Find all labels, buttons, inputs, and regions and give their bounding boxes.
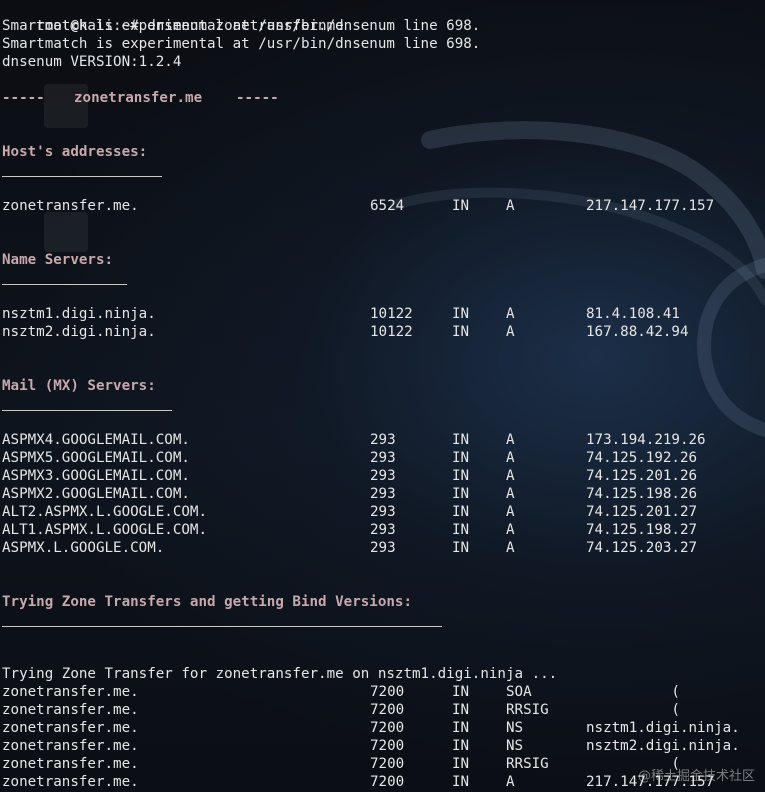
record-name: nsztm2.digi.ninja. xyxy=(2,324,156,340)
record-ttl: 293 xyxy=(370,432,396,448)
record-type: A xyxy=(506,486,515,502)
record-ttl: 7200 xyxy=(370,774,405,790)
record-type: NS xyxy=(506,738,524,754)
record-class: IN xyxy=(452,504,470,520)
record-ttl: 7200 xyxy=(370,702,405,718)
record-type: RRSIG xyxy=(506,756,549,772)
record-value: nsztm2.digi.ninja. xyxy=(586,738,740,754)
record-value: 74.125.201.27 xyxy=(586,504,698,520)
record-ttl: 7200 xyxy=(370,720,405,736)
record-name: zonetransfer.me. xyxy=(2,774,139,790)
record-name: ALT1.ASPMX.L.GOOGLE.COM. xyxy=(2,522,207,538)
record-ttl: 293 xyxy=(370,540,396,556)
separator-left: ----- xyxy=(2,90,45,106)
record-name: zonetransfer.me. xyxy=(2,684,139,700)
watermark: @稀土掘金技术社区 xyxy=(637,769,755,784)
separator-domain: zonetransfer.me xyxy=(74,90,203,106)
record-type: A xyxy=(506,450,515,466)
record-name: zonetransfer.me. xyxy=(2,198,139,214)
record-class: IN xyxy=(452,774,470,790)
version-line: dnsenum VERSION:1.2.4 xyxy=(2,54,182,70)
record-type: A xyxy=(506,468,515,484)
record-class: IN xyxy=(452,522,470,538)
record-class: IN xyxy=(452,306,470,322)
record-value: 74.125.198.27 xyxy=(586,522,698,538)
record-class: IN xyxy=(452,450,470,466)
record-class: IN xyxy=(452,738,470,754)
record-class: IN xyxy=(452,756,470,772)
record-ttl: 293 xyxy=(370,450,396,466)
record-ttl: 6524 xyxy=(370,198,405,214)
record-name: ASPMX2.GOOGLEMAIL.COM. xyxy=(2,486,190,502)
record-class: IN xyxy=(452,324,470,340)
record-value: 217.147.177.157 xyxy=(586,198,715,214)
record-class: IN xyxy=(452,540,470,556)
record-value: 74.125.192.26 xyxy=(586,450,698,466)
desktop-icon-ghost xyxy=(44,212,88,252)
record-value: ( xyxy=(586,702,680,718)
section-title-mx-servers: Mail (MX) Servers: xyxy=(2,378,156,394)
record-name: ASPMX.L.GOOGLE.COM. xyxy=(2,540,165,556)
record-class: IN xyxy=(452,486,470,502)
section-title-hosts: Host's addresses: xyxy=(2,144,148,160)
record-type: A xyxy=(506,306,515,322)
section-title-zone-transfers: Trying Zone Transfers and getting Bind V… xyxy=(2,594,412,610)
record-type: A xyxy=(506,504,515,520)
record-type: A xyxy=(506,522,515,538)
section-underline xyxy=(2,626,442,627)
record-name: ASPMX5.GOOGLEMAIL.COM. xyxy=(2,450,190,466)
section-underline xyxy=(2,410,172,411)
record-name: nsztm1.digi.ninja. xyxy=(2,306,156,322)
record-class: IN xyxy=(452,198,470,214)
record-ttl: 293 xyxy=(370,522,396,538)
record-name: zonetransfer.me. xyxy=(2,738,139,754)
record-ttl: 293 xyxy=(370,504,396,520)
record-ttl: 293 xyxy=(370,486,396,502)
record-class: IN xyxy=(452,468,470,484)
record-value: 167.88.42.94 xyxy=(586,324,689,340)
record-type: A xyxy=(506,198,515,214)
record-value: 81.4.108.41 xyxy=(586,306,680,322)
record-ttl: 10122 xyxy=(370,324,413,340)
record-class: IN xyxy=(452,702,470,718)
record-name: ASPMX4.GOOGLEMAIL.COM. xyxy=(2,432,190,448)
record-value: nsztm1.digi.ninja. xyxy=(586,720,740,736)
record-class: IN xyxy=(452,432,470,448)
record-ttl: 7200 xyxy=(370,684,405,700)
section-underline xyxy=(2,176,162,177)
record-type: A xyxy=(506,774,515,790)
record-class: IN xyxy=(452,720,470,736)
record-type: A xyxy=(506,432,515,448)
record-value: ( xyxy=(586,684,680,700)
section-underline xyxy=(2,284,127,285)
record-value: 74.125.203.27 xyxy=(586,540,698,556)
record-type: NS xyxy=(506,720,524,736)
prompt-line: root@kali:~# dnsenum zonetransfer.me xyxy=(2,0,344,34)
record-type: A xyxy=(506,324,515,340)
record-ttl: 7200 xyxy=(370,738,405,754)
record-name: ALT2.ASPMX.L.GOOGLE.COM. xyxy=(2,504,207,520)
section-title-name-servers: Name Servers: xyxy=(2,252,114,268)
preamble-line: Smartmatch is experimental at /usr/bin/d… xyxy=(2,36,481,52)
record-type: A xyxy=(506,540,515,556)
record-name: zonetransfer.me. xyxy=(2,720,139,736)
record-class: IN xyxy=(452,684,470,700)
record-ttl: 7200 xyxy=(370,756,405,772)
record-type: SOA xyxy=(506,684,532,700)
separator-right: ----- xyxy=(236,90,279,106)
record-ttl: 293 xyxy=(370,468,396,484)
record-value: 173.194.219.26 xyxy=(586,432,706,448)
record-value: 74.125.201.26 xyxy=(586,468,698,484)
record-name: zonetransfer.me. xyxy=(2,756,139,772)
record-type: RRSIG xyxy=(506,702,549,718)
preamble-line: Smartmatch is experimental at /usr/bin/d… xyxy=(2,18,481,34)
record-name: ASPMX3.GOOGLEMAIL.COM. xyxy=(2,468,190,484)
domain-separator: ----- zonetransfer.me ----- xyxy=(2,89,279,107)
record-value: 74.125.198.26 xyxy=(586,486,698,502)
record-ttl: 10122 xyxy=(370,306,413,322)
zone-transfer-status: Trying Zone Transfer for zonetransfer.me… xyxy=(2,666,558,682)
record-name: zonetransfer.me. xyxy=(2,702,139,718)
